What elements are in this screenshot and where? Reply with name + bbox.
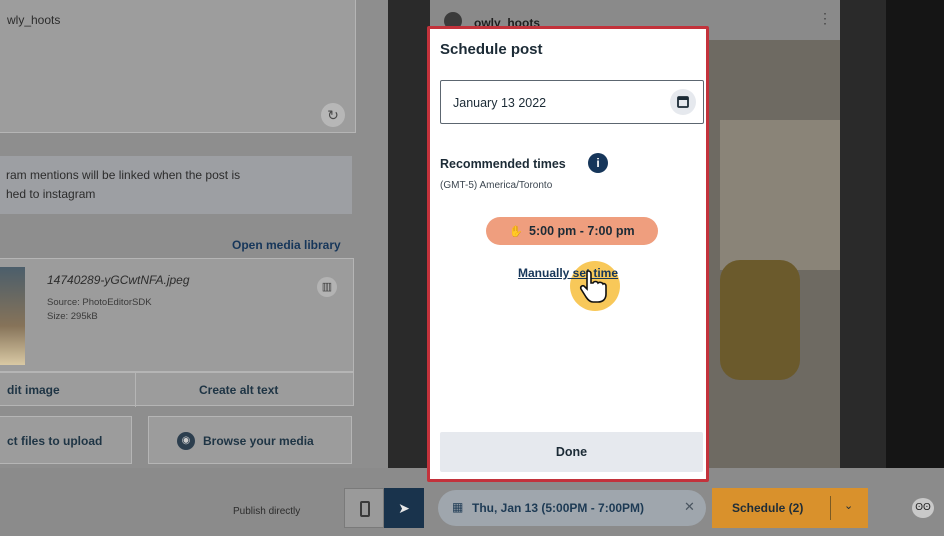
screen: wly_hoots ↻ ram mentions will be linked … [0, 0, 944, 536]
select-files-button[interactable]: ct files to upload [7, 434, 102, 448]
screen-edge [886, 0, 944, 536]
recommended-time-slot[interactable]: ✋ 5:00 pm - 7:00 pm [486, 217, 658, 245]
close-icon[interactable]: ✕ [684, 499, 695, 515]
media-actions-row: dit image Create alt text [0, 372, 354, 407]
date-picker-input[interactable]: January 13 2022 [440, 80, 704, 124]
calendar-icon: ▦ [452, 500, 464, 514]
schedule-button[interactable]: Schedule (2) ⌄ [712, 488, 868, 528]
edit-image-button[interactable]: dit image [7, 383, 60, 397]
button-divider [830, 496, 831, 520]
owl-icon: ʘʘ [912, 498, 934, 518]
pointer-hand-icon [579, 270, 607, 303]
notice-line-2: hed to instagram [6, 187, 96, 201]
post-editor[interactable]: wly_hoots ↻ [0, 0, 356, 133]
attached-media-card: 14740289-yGCwtNFA.jpeg Source: PhotoEdit… [0, 258, 354, 372]
open-media-library-link[interactable]: Open media library [232, 238, 341, 252]
file-size: Size: 295kB [47, 311, 98, 322]
create-alt-text-button[interactable]: Create alt text [199, 383, 278, 397]
done-button[interactable]: Done [440, 432, 703, 472]
trash-icon[interactable]: ▥ [317, 277, 337, 297]
file-source: Source: PhotoEditorSDK [47, 297, 152, 308]
info-icon[interactable]: i [588, 153, 608, 173]
clock-hand-icon: ✋ [509, 226, 524, 238]
notice-line-1: ram mentions will be linked when the pos… [6, 168, 241, 182]
upload-row: ct files to upload [0, 416, 132, 464]
browse-media-button[interactable]: Browse your media [203, 434, 314, 448]
browse-media-box: ◉ Browse your media [148, 416, 352, 464]
mention-notice: ram mentions will be linked when the pos… [0, 156, 352, 214]
divider [135, 373, 136, 407]
time-slot-label: 5:00 pm - 7:00 pm [529, 224, 635, 238]
send-icon[interactable]: ➤ [384, 488, 424, 528]
photo-window [720, 120, 840, 270]
camera-icon: ◉ [177, 432, 195, 450]
schedule-post-modal: Schedule post January 13 2022 Recommende… [427, 26, 709, 482]
publish-directly-label: Publish directly [233, 506, 301, 517]
timezone-label: (GMT-5) America/Toronto [440, 180, 553, 191]
recommended-times-label: Recommended times [440, 157, 566, 171]
schedule-button-label: Schedule (2) [732, 501, 804, 515]
refresh-icon[interactable]: ↻ [321, 103, 345, 127]
calendar-icon[interactable] [670, 89, 696, 115]
media-thumbnail [0, 267, 25, 365]
file-name: 14740289-yGCwtNFA.jpeg [47, 273, 190, 287]
mobile-icon[interactable] [344, 488, 384, 528]
manually-set-time-link[interactable]: Manually set time [430, 266, 706, 280]
more-options-icon[interactable]: ⋮ [818, 10, 832, 27]
composer-panel: wly_hoots ↻ ram mentions will be linked … [0, 0, 390, 536]
schedule-chip-label: Thu, Jan 13 (5:00PM - 7:00PM) [472, 501, 645, 515]
schedule-chip[interactable]: ▦ Thu, Jan 13 (5:00PM - 7:00PM) ✕ [438, 490, 706, 526]
chevron-down-icon[interactable]: ⌄ [844, 499, 853, 512]
date-value: January 13 2022 [453, 96, 547, 110]
modal-title: Schedule post [440, 41, 543, 58]
photo-toy [720, 260, 800, 380]
editor-mention-text: wly_hoots [7, 13, 61, 27]
